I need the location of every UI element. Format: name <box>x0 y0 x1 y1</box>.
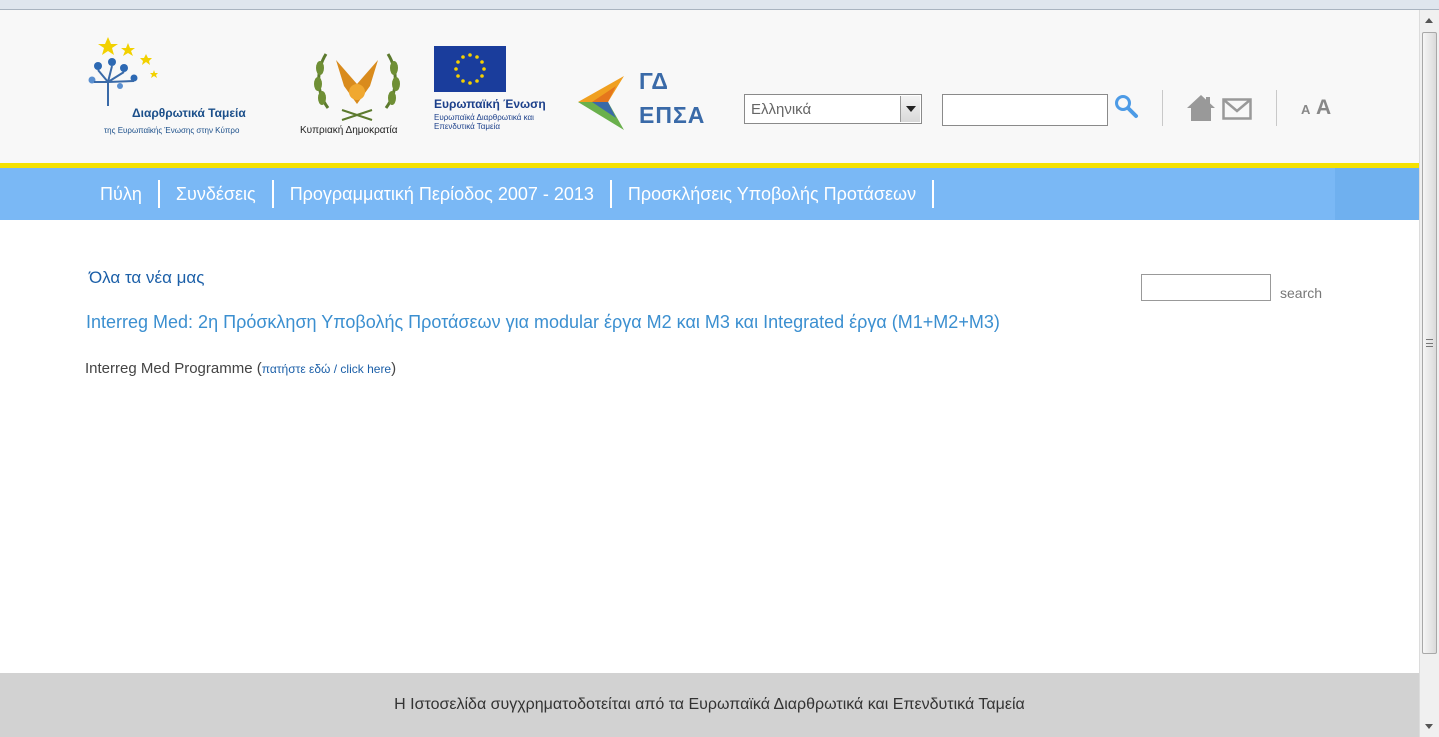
nav-item-programming-period[interactable]: Προγραμματική Περίοδος 2007 - 2013 <box>274 180 612 208</box>
header-search-input[interactable] <box>942 94 1108 126</box>
cyprus-republic-caption: Κυπριακή Δημοκρατία <box>300 125 398 136</box>
footer-text: Η Ιστοσελίδα συγχρηματοδοτείται από τα Ε… <box>394 696 1025 713</box>
nav-menu: Πύλη Συνδέσεις Προγραμματική Περίοδος 20… <box>84 180 935 208</box>
content-search-input[interactable] <box>1141 274 1271 301</box>
home-icon[interactable] <box>1186 94 1216 122</box>
nav-item-calls-for-proposals[interactable]: Προσκλήσεις Υποβολής Προτάσεων <box>612 180 935 208</box>
article-title-link[interactable]: Interreg Med: 2η Πρόσκληση Υποβολής Προτ… <box>86 312 1000 333</box>
article-body: Interreg Med Programme (πατήστε εδώ / cl… <box>85 360 396 377</box>
eu-flag-icon <box>434 46 506 92</box>
site-header: Διαρθρωτικά Ταμεία της Ευρωπαϊκής Ένωσης… <box>0 10 1419 163</box>
content-search-button[interactable]: search <box>1280 285 1322 301</box>
structural-funds-subtitle: της Ευρωπαϊκής Ένωσης στην Κύπρο <box>104 126 240 135</box>
header-separator <box>1276 90 1277 126</box>
gd-epsa-line1: ΓΔ <box>639 68 669 94</box>
header-separator <box>1162 90 1163 126</box>
main-nav: Πύλη Συνδέσεις Προγραμματική Περίοδος 20… <box>0 168 1419 220</box>
gd-epsa-logo[interactable]: ΓΔ ΕΠΣΑ <box>578 68 708 148</box>
language-select-value: Ελληνικά <box>751 101 812 118</box>
site-footer: Η Ιστοσελίδα συγχρηματοδοτείται από τα Ε… <box>0 673 1419 737</box>
search-icon[interactable] <box>1114 94 1140 120</box>
all-news-link[interactable]: Όλα τα νέα μας <box>89 268 204 288</box>
decrease-font-button[interactable]: A <box>1301 102 1310 117</box>
nav-item-links[interactable]: Συνδέσεις <box>160 180 274 208</box>
browser-chrome-strip <box>0 0 1439 10</box>
mail-icon[interactable] <box>1222 98 1252 120</box>
gd-epsa-line2: ΕΠΣΑ <box>639 102 706 128</box>
vertical-scrollbar[interactable] <box>1419 10 1439 737</box>
structural-funds-logo[interactable]: Διαρθρωτικά Ταμεία της Ευρωπαϊκής Ένωσης… <box>84 34 264 144</box>
structural-funds-emblem-icon <box>88 37 158 106</box>
cyprus-coat-of-arms-icon <box>314 53 400 121</box>
chevron-down-icon[interactable] <box>900 96 920 122</box>
eu-subtitle: Ευρωπαϊκά Διαρθρωτικά και Επενδυτικά Ταμ… <box>434 113 534 131</box>
scrollbar-thumb[interactable] <box>1422 32 1437 654</box>
language-select[interactable]: Ελληνικά <box>744 94 922 124</box>
scroll-up-arrow-icon[interactable] <box>1421 12 1438 29</box>
increase-font-button[interactable]: A <box>1316 96 1331 120</box>
structural-funds-title: Διαρθρωτικά Ταμεία <box>132 106 246 120</box>
nav-item-portal[interactable]: Πύλη <box>84 180 160 208</box>
scrollbar-grip-icon <box>1426 339 1433 347</box>
eu-logo[interactable]: Ευρωπαϊκή Ένωση Ευρωπαϊκά Διαρθρωτικά κα… <box>434 46 564 146</box>
eu-title: Ευρωπαϊκή Ένωση <box>434 97 546 111</box>
click-here-link[interactable]: πατήστε εδώ / click here <box>262 362 391 376</box>
article-body-prefix: Interreg Med Programme ( <box>85 360 262 377</box>
gd-epsa-arrows-icon <box>578 76 624 130</box>
page-viewport: Διαρθρωτικά Ταμεία της Ευρωπαϊκής Ένωσης… <box>0 10 1419 737</box>
scroll-down-arrow-icon[interactable] <box>1421 718 1438 735</box>
cyprus-republic-logo[interactable]: Κυπριακή Δημοκρατία <box>298 46 416 141</box>
article-body-suffix: ) <box>391 360 397 377</box>
nav-right-panel <box>1335 168 1419 220</box>
